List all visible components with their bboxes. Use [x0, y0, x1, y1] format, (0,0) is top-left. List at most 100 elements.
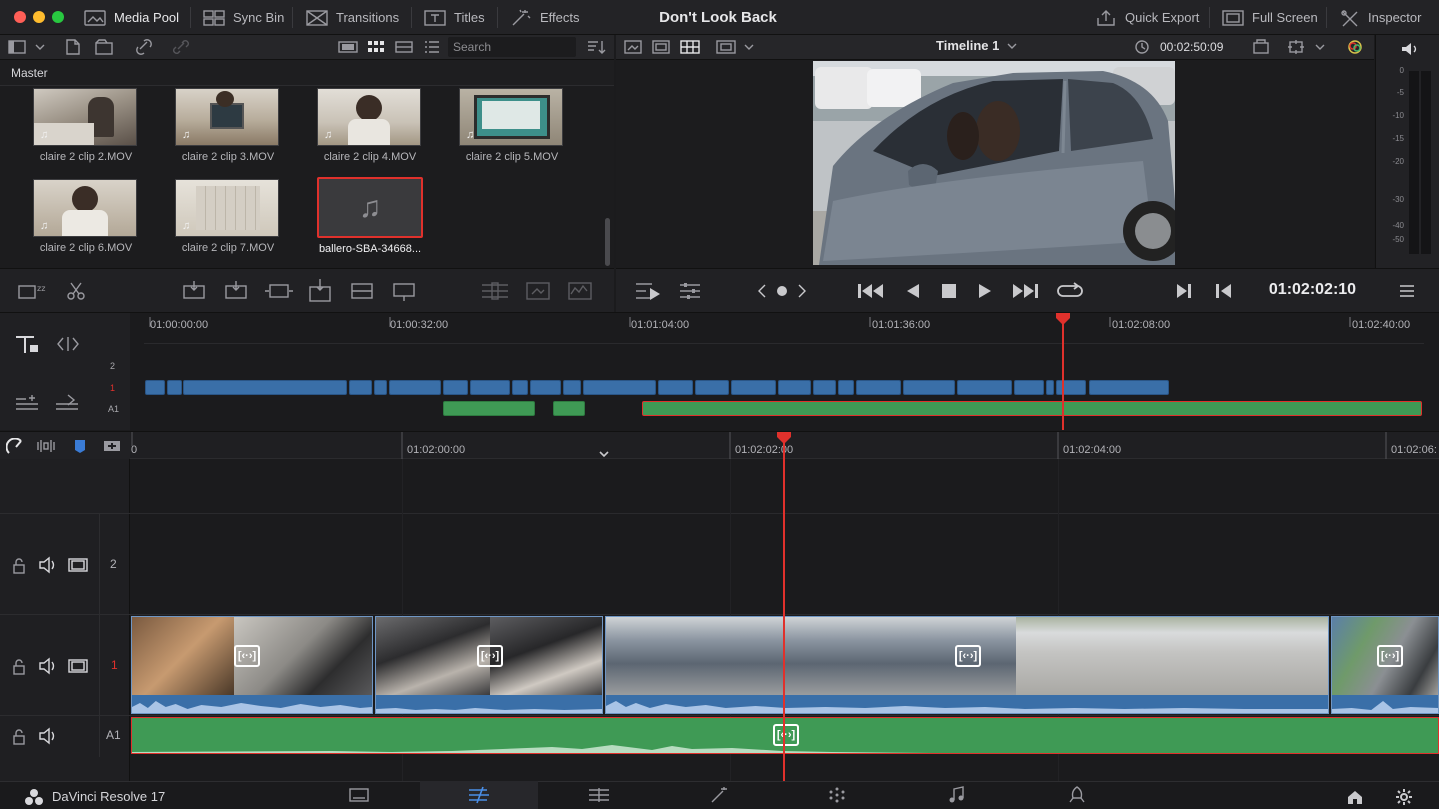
playhead-forward-icon[interactable]	[632, 280, 662, 302]
timeline-edit-page-button[interactable]	[540, 781, 658, 809]
fx-badge-icon[interactable]: [‹·›]	[773, 724, 799, 746]
video-clip[interactable]	[183, 380, 347, 395]
video-clip[interactable]	[530, 380, 561, 395]
video-clip[interactable]	[838, 380, 854, 395]
sort-icon[interactable]	[586, 40, 606, 55]
lock-icon[interactable]	[12, 558, 26, 574]
play-reverse-icon[interactable]	[904, 281, 922, 301]
track-lock-tool-icon[interactable]	[14, 333, 42, 355]
video-clip[interactable]	[512, 380, 528, 395]
fx-badge-icon[interactable]: [‹·›]	[477, 645, 503, 667]
relink-icon[interactable]	[135, 39, 153, 55]
effects-button[interactable]: Effects	[510, 0, 580, 35]
video-clip[interactable]	[1014, 380, 1044, 395]
insert-clip-icon[interactable]	[180, 280, 210, 302]
search-input[interactable]: Search	[448, 37, 576, 57]
trim-mode-icon[interactable]	[480, 281, 510, 301]
track-options-icon[interactable]	[14, 393, 42, 415]
media-clip[interactable]: ♫ claire 2 clip 2.MOV	[33, 88, 139, 163]
playhead-marker-icon[interactable]	[776, 431, 792, 445]
transitions-button[interactable]: Transitions	[306, 0, 399, 35]
ripple-overwrite-icon[interactable]	[390, 280, 420, 302]
lock-icon[interactable]	[12, 729, 26, 745]
previous-edit-icon[interactable]	[1174, 282, 1194, 300]
media-clip[interactable]: ♫ claire 2 clip 6.MOV	[33, 179, 139, 254]
position-lock-icon[interactable]	[102, 438, 122, 454]
media-pool-scrollbar[interactable]	[605, 218, 610, 266]
video-clip[interactable]	[167, 380, 182, 395]
playhead-marker-icon[interactable]	[1055, 312, 1071, 326]
new-smart-bin-icon[interactable]	[95, 39, 115, 55]
video-clip[interactable]	[563, 380, 581, 395]
video-clip[interactable]	[903, 380, 955, 395]
full-screen-button[interactable]: Full Screen	[1222, 0, 1318, 35]
audio-clip-selected[interactable]	[642, 401, 1422, 416]
timeline-viewer-icon[interactable]	[680, 40, 700, 54]
overwrite-clip-icon[interactable]	[222, 280, 252, 302]
current-timecode[interactable]: 01:02:02:10	[1250, 268, 1375, 312]
lower-playhead[interactable]	[783, 440, 785, 781]
minimize-window-button[interactable]	[33, 11, 45, 23]
deliver-page-button[interactable]	[1018, 781, 1136, 809]
filmstrip-view-icon[interactable]	[338, 41, 358, 53]
append-icon[interactable]	[348, 280, 378, 302]
fairlight-page-button[interactable]	[898, 781, 1016, 809]
speaker-icon[interactable]	[38, 727, 58, 745]
video-clip[interactable]: [‹·›]	[375, 616, 603, 714]
audio-clip-a1[interactable]: [‹·›]	[131, 717, 1439, 754]
titles-button[interactable]: Titles	[424, 0, 485, 35]
link-icon[interactable]	[172, 39, 190, 55]
dynamic-zoom-icon[interactable]	[524, 280, 552, 302]
video-clip[interactable]	[957, 380, 1012, 395]
video-clip[interactable]	[583, 380, 656, 395]
play-icon[interactable]	[976, 281, 994, 301]
fx-badge-icon[interactable]: [‹·›]	[1377, 645, 1403, 667]
edit-page-button-active[interactable]	[420, 781, 538, 809]
speaker-icon[interactable]	[38, 657, 58, 675]
audio-waveform-icon[interactable]	[566, 280, 594, 302]
video-clip[interactable]	[1089, 380, 1169, 395]
snapping-icon[interactable]	[6, 438, 24, 456]
video-clip[interactable]	[1046, 380, 1054, 395]
home-icon[interactable]	[1346, 789, 1364, 805]
chevron-down-icon[interactable]	[598, 451, 610, 459]
speaker-icon[interactable]	[1400, 41, 1420, 57]
source-viewer-icon[interactable]	[624, 40, 642, 54]
media-pool-button[interactable]: Media Pool	[84, 0, 179, 35]
audio-clip[interactable]	[443, 401, 535, 416]
fx-badge-icon[interactable]: [‹·›]	[234, 645, 260, 667]
video-clip[interactable]	[443, 380, 468, 395]
audio-clip[interactable]	[553, 401, 585, 416]
audio-track-options-icon[interactable]	[54, 393, 82, 415]
fusion-page-button[interactable]	[660, 781, 778, 809]
jog-dot-icon[interactable]	[776, 285, 788, 297]
media-clip[interactable]: ♫ claire 2 clip 3.MOV	[175, 88, 281, 163]
replace-clip-icon[interactable]	[264, 280, 294, 302]
video-clip[interactable]	[374, 380, 387, 395]
media-page-button[interactable]	[300, 781, 418, 809]
video-clip[interactable]	[389, 380, 441, 395]
color-scopes-icon[interactable]	[1346, 38, 1364, 56]
video-track-toggle-icon[interactable]	[68, 659, 88, 673]
zoom-window-button[interactable]	[52, 11, 64, 23]
timeline-selector[interactable]: Timeline 1	[936, 38, 1017, 53]
gear-icon[interactable]	[1395, 788, 1413, 806]
video-clip[interactable]: [‹·›]	[605, 616, 1329, 714]
chevron-left-icon[interactable]	[756, 283, 768, 299]
jump-to-start-icon[interactable]	[856, 281, 886, 301]
thumbnail-view-icon[interactable]	[367, 40, 385, 54]
slip-tool-icon[interactable]	[56, 335, 80, 353]
color-page-button[interactable]	[778, 781, 896, 809]
transform-dropdown-icon[interactable]	[1288, 39, 1328, 55]
lock-icon[interactable]	[12, 659, 26, 675]
safe-area-icon[interactable]	[1252, 39, 1270, 55]
video-preview[interactable]	[813, 61, 1175, 265]
stop-icon[interactable]	[940, 282, 958, 300]
scissors-icon[interactable]	[66, 281, 86, 301]
audio-scrub-icon[interactable]	[36, 438, 56, 454]
video-clip[interactable]	[349, 380, 372, 395]
close-window-button[interactable]	[14, 11, 26, 23]
video-clip[interactable]	[813, 380, 836, 395]
fx-badge-icon[interactable]: [‹·›]	[955, 645, 981, 667]
media-clip[interactable]: ♫ claire 2 clip 5.MOV	[459, 88, 565, 163]
